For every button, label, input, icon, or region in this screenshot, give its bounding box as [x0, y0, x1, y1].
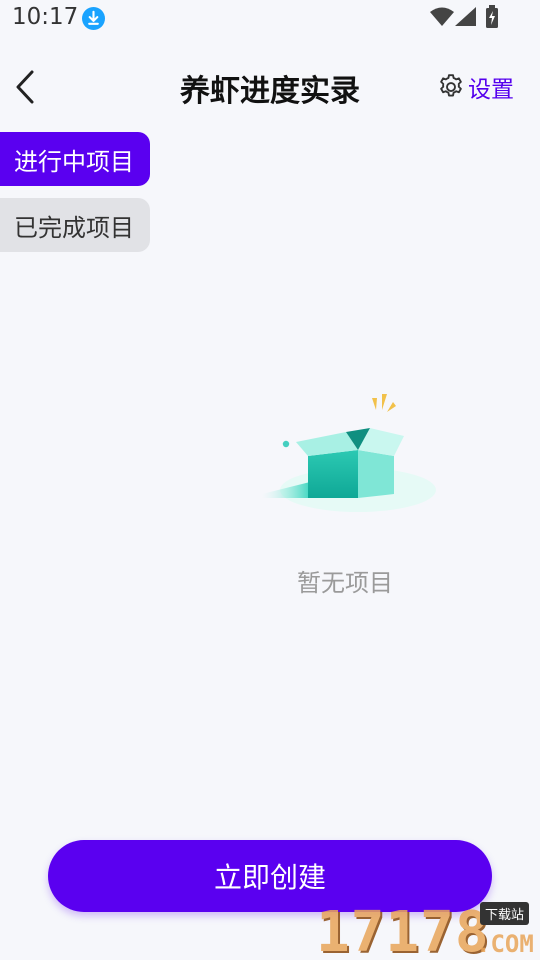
tab-completed[interactable]: 已完成项目 [0, 198, 150, 252]
chevron-left-icon [16, 70, 34, 104]
watermark-logo: 17178 下载站 .COM [316, 898, 540, 960]
signal-icon [455, 7, 476, 26]
watermark-number: 17178 [316, 900, 490, 960]
status-time: 10:17 [12, 4, 79, 30]
battery-icon [486, 5, 498, 28]
wifi-icon [430, 7, 454, 26]
watermark-suffix: .COM [476, 930, 534, 958]
gear-icon [440, 74, 462, 97]
settings-label: 设置 [468, 77, 514, 103]
back-button[interactable] [8, 68, 42, 106]
tab-in-progress[interactable]: 进行中项目 [0, 132, 150, 186]
watermark-tag: 下载站 [480, 902, 530, 925]
empty-state-text: 暂无项目 [297, 569, 393, 597]
open-box-illustration [262, 394, 436, 512]
settings-button[interactable]: 设置 [436, 70, 514, 104]
status-bar: 10:17 [0, 0, 540, 40]
download-icon [82, 7, 105, 30]
